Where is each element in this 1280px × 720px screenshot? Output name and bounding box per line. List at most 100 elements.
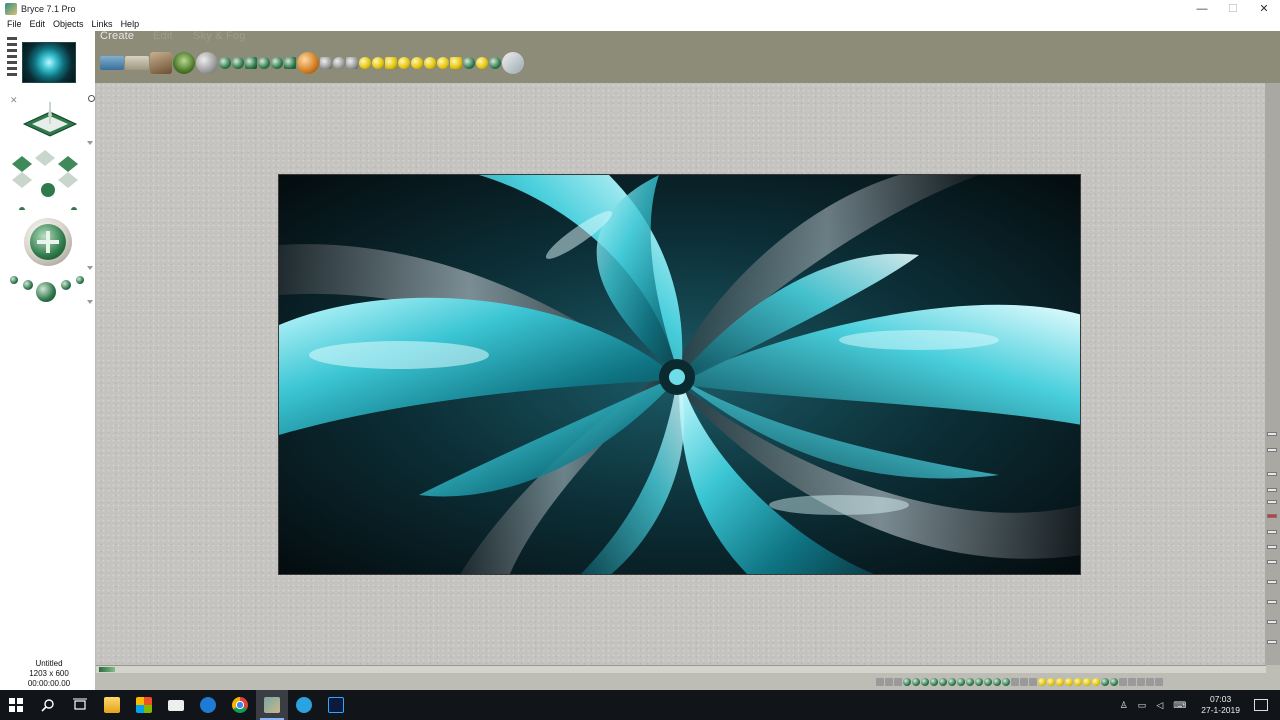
radial-light-icon[interactable]	[359, 56, 371, 69]
minimize-button[interactable]: —	[1186, 0, 1218, 17]
select-icon[interactable]	[1119, 678, 1127, 686]
timeline-scrubber[interactable]	[99, 667, 115, 672]
torus-tool-icon[interactable]	[232, 56, 244, 69]
select-icon[interactable]	[1137, 678, 1145, 686]
select-icon[interactable]	[1128, 678, 1136, 686]
square-tool-icon[interactable]	[320, 56, 332, 69]
strip-tool-icon[interactable]	[1267, 472, 1277, 476]
cube-tool-icon[interactable]	[245, 56, 257, 69]
parallel-light-icon[interactable]	[398, 56, 410, 69]
disc-tool-icon[interactable]	[333, 56, 345, 69]
figure-tool-icon[interactable]	[297, 51, 319, 74]
network-icon[interactable]: ▭	[1138, 700, 1147, 711]
select-icon[interactable]	[930, 678, 938, 686]
select-light-icon[interactable]	[1038, 678, 1046, 686]
square-light-icon[interactable]	[385, 56, 397, 69]
select-icon[interactable]	[957, 678, 965, 686]
nano-preview[interactable]	[22, 42, 76, 83]
pick-tool-icon[interactable]	[489, 56, 501, 69]
point-light-icon[interactable]	[437, 56, 449, 69]
start-button[interactable]	[0, 690, 32, 720]
edge-button[interactable]	[192, 690, 224, 720]
select-icon[interactable]	[1002, 678, 1010, 686]
strip-tool-icon[interactable]	[1267, 545, 1277, 549]
strip-tool-icon[interactable]	[1267, 600, 1277, 604]
select-light-icon[interactable]	[1065, 678, 1073, 686]
menu-file[interactable]: File	[3, 19, 26, 29]
close-button[interactable]: ✕	[1248, 0, 1280, 17]
strip-tool-icon[interactable]	[1267, 560, 1277, 564]
menu-links[interactable]: Links	[88, 19, 117, 29]
photoshop-button[interactable]	[320, 690, 352, 720]
menu-objects[interactable]: Objects	[49, 19, 88, 29]
maximize-button[interactable]: ☐	[1217, 0, 1249, 17]
cylinder-tool-icon[interactable]	[258, 56, 270, 69]
select-icon[interactable]	[1146, 678, 1154, 686]
camera-nav-icon[interactable]	[10, 150, 90, 210]
strip-tool-icon[interactable]	[1267, 448, 1277, 452]
select-icon[interactable]	[948, 678, 956, 686]
camera-tool-icon[interactable]	[502, 51, 524, 74]
strip-tool-icon[interactable]	[1267, 580, 1277, 584]
people-icon[interactable]: ♙	[1120, 700, 1128, 711]
select-icon[interactable]	[903, 678, 911, 686]
select-light-icon[interactable]	[1074, 678, 1082, 686]
strip-tool-icon[interactable]	[1267, 500, 1277, 504]
chrome-button[interactable]	[224, 690, 256, 720]
select-icon[interactable]	[1011, 678, 1019, 686]
select-icon[interactable]	[894, 678, 902, 686]
cam-dot-icon[interactable]	[10, 276, 18, 284]
select-icon[interactable]	[921, 678, 929, 686]
strip-record-icon[interactable]	[1267, 514, 1277, 518]
box-tool-icon[interactable]	[346, 56, 358, 69]
cam-center-dot-icon[interactable]	[36, 282, 56, 302]
cam-dot-icon[interactable]	[23, 280, 33, 290]
select-icon[interactable]	[1110, 678, 1118, 686]
tree-tool-icon[interactable]	[173, 51, 195, 74]
dropdown-arrow-icon[interactable]	[87, 300, 93, 304]
select-icon[interactable]	[993, 678, 1001, 686]
telegram-button[interactable]	[288, 690, 320, 720]
file-explorer-button[interactable]	[96, 690, 128, 720]
ground-plane-tool-icon[interactable]	[125, 55, 149, 70]
dropdown-arrow-icon[interactable]	[87, 141, 93, 145]
select-icon[interactable]	[885, 678, 893, 686]
notification-icon[interactable]	[1254, 699, 1268, 711]
nano-close-icon[interactable]: ✕	[10, 95, 18, 106]
task-view-button[interactable]	[64, 690, 96, 720]
search-button[interactable]	[32, 690, 64, 720]
select-icon[interactable]	[984, 678, 992, 686]
area-light-icon[interactable]	[450, 56, 462, 69]
cam-dot-icon[interactable]	[61, 280, 71, 290]
rock-tool-icon[interactable]	[196, 51, 218, 74]
select-icon[interactable]	[876, 678, 884, 686]
strip-tool-icon[interactable]	[1267, 432, 1277, 436]
tab-edit[interactable]: Edit	[153, 30, 173, 42]
cloud-tool-icon[interactable]	[463, 56, 475, 69]
spot-light-icon[interactable]	[372, 56, 384, 69]
select-light-icon[interactable]	[1092, 678, 1100, 686]
select-light-icon[interactable]	[1047, 678, 1055, 686]
tab-create[interactable]: Create	[100, 30, 134, 42]
select-light-icon[interactable]	[1056, 678, 1064, 686]
clock[interactable]: 07:03 27-1-2019	[1201, 694, 1240, 716]
strip-tool-icon[interactable]	[1267, 620, 1277, 624]
trackball-control[interactable]	[24, 218, 72, 266]
terrain-tool-icon[interactable]	[150, 51, 172, 74]
select-icon[interactable]	[975, 678, 983, 686]
menu-edit[interactable]: Edit	[26, 19, 50, 29]
select-icon[interactable]	[1020, 678, 1028, 686]
options-circle-icon[interactable]	[88, 95, 95, 102]
language-icon[interactable]: ⌨	[1173, 700, 1186, 711]
animation-timeline[interactable]	[96, 665, 1266, 673]
strip-tool-icon[interactable]	[1267, 640, 1277, 644]
select-icon[interactable]	[1101, 678, 1109, 686]
menu-help[interactable]: Help	[117, 19, 144, 29]
select-light-icon[interactable]	[1083, 678, 1091, 686]
pyramid-tool-icon[interactable]	[284, 56, 296, 69]
cam-dot-icon[interactable]	[76, 276, 84, 284]
sphere-tool-icon[interactable]	[219, 56, 231, 69]
mail-button[interactable]	[160, 690, 192, 720]
dropdown-arrow-icon[interactable]	[87, 266, 93, 270]
select-icon[interactable]	[912, 678, 920, 686]
